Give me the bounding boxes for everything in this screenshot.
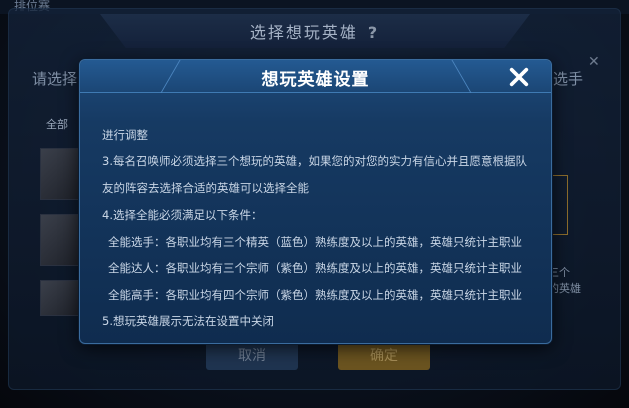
rule-line: 友的阵容去选择合适的英雄可以选择全能 <box>102 181 309 195</box>
close-x-icon <box>509 67 529 87</box>
panel-close-icon[interactable]: ✕ <box>588 54 600 70</box>
side-hint-text: 的英雄 <box>548 282 581 295</box>
rule-line: 4.选择全能必须满足以下条件： <box>102 208 263 222</box>
help-icon[interactable]: ? <box>368 23 379 42</box>
rule-line: 全能选手：各职业均有三个精英（蓝色）熟练度及以上的英雄，英雄只统计主职业 <box>108 235 522 249</box>
selected-slot-frame <box>550 175 568 235</box>
hero-select-title-text: 选择想玩英雄 <box>249 23 358 42</box>
right-section-title: 选手 <box>553 70 584 88</box>
close-button[interactable] <box>504 62 534 92</box>
hero-settings-dialog: 想玩英雄设置 进行调整 3.每名召唤师必须选择三个想玩的英雄，如果您的对您的实力… <box>79 59 552 344</box>
cancel-button[interactable]: 取消 <box>206 342 298 370</box>
hero-thumbnail[interactable] <box>40 214 80 266</box>
left-section-title: 请选择 <box>32 70 78 88</box>
tab-all[interactable]: 全部 <box>46 116 68 132</box>
rule-line: 进行调整 <box>102 128 148 142</box>
confirm-button[interactable]: 确定 <box>338 342 430 370</box>
hero-select-title: 选择想玩英雄? <box>0 19 629 43</box>
hero-thumbnail[interactable] <box>40 280 80 316</box>
hero-thumbnail[interactable] <box>40 148 80 200</box>
dialog-title: 想玩英雄设置 <box>261 70 370 90</box>
rule-line: 3.每名召唤师必须选择三个想玩的英雄，如果您的对您的实力有信心并且愿意根据队 <box>102 154 527 168</box>
rule-line: 5.想玩英雄展示无法在设置中关闭 <box>102 314 274 328</box>
rule-line: 全能高手：各职业均有四个宗师（紫色）熟练度及以上的英雄，英雄只统计主职业 <box>108 288 522 302</box>
rule-line: 全能达人：各职业均有三个宗师（紫色）熟练度及以上的英雄，英雄只统计主职业 <box>108 261 522 275</box>
